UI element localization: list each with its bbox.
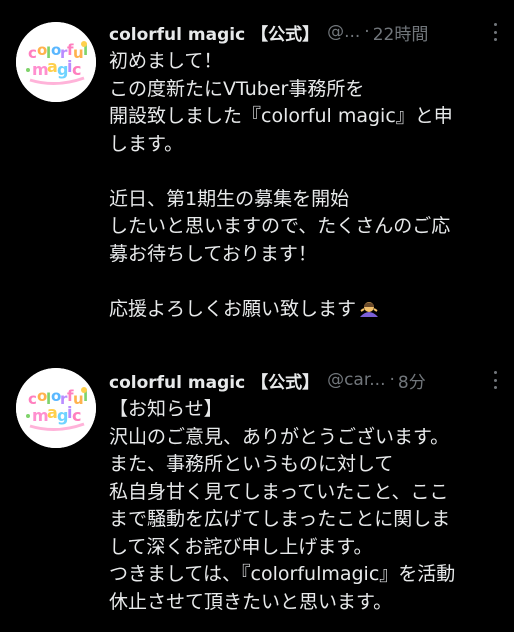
user-handle[interactable]: @car...	[327, 370, 385, 390]
person-bowing-emoji-icon	[360, 301, 379, 317]
tweet-header: colorful magic 【公式】 @... · 22時間	[109, 19, 500, 45]
tweet-line: まで騒動を広げてしまったことに関しま	[109, 508, 451, 530]
tweet-line: この度新たにVTuber事務所を	[109, 77, 365, 100]
tweet[interactable]: c o l o r f u l m a g i c colorful magic…	[0, 0, 514, 350]
svg-text:c: c	[72, 406, 81, 425]
timestamp[interactable]: 22時間	[373, 20, 429, 45]
timestamp[interactable]: 8分	[398, 368, 426, 393]
tweet-line: 初めまして！	[109, 50, 223, 72]
svg-text:c: c	[72, 60, 81, 79]
colorful-magic-logo-icon: c o l o r f u l m a g i c	[16, 22, 96, 102]
tweet-line: 休止させて頂きたいと思います。	[109, 590, 393, 613]
tweet-line: したいと思いますので、たくさんのご応	[109, 215, 451, 237]
more-options-icon[interactable]	[488, 23, 502, 41]
tweet-line: 開設致しました『colorful magic』と申	[109, 105, 453, 127]
separator-dot: ·	[364, 22, 370, 42]
tweet-line: 応援よろしくお願い致します	[109, 297, 357, 320]
tweet-line: 募お待ちしております！	[109, 242, 317, 265]
tweet-text: 初めまして！ この度新たにVTuber事務所を 開設致しました『colorful…	[109, 48, 504, 323]
user-handle[interactable]: @...	[327, 22, 360, 42]
tweet-line: 沢山のご意見、ありがとうございます。	[109, 425, 450, 448]
tweet-text: 【お知らせ】 沢山のご意見、ありがとうございます。 また、事務所というものに対し…	[109, 396, 504, 616]
tweet[interactable]: c o l o r f u l m a g i c colorful magic…	[0, 350, 514, 632]
colorful-magic-logo-icon: c o l o r f u l m a g i c	[16, 368, 96, 448]
separator-dot: ·	[389, 370, 395, 390]
tweet-line: して深くお詫び申し上げます。	[109, 535, 373, 558]
display-name[interactable]: colorful magic 【公式】	[109, 368, 319, 393]
avatar[interactable]: c o l o r f u l m a g i c	[16, 368, 96, 448]
tweet-line-with-emoji: 応援よろしくお願い致します	[109, 296, 504, 324]
tweet-line: また、事務所というものに対して	[109, 453, 394, 475]
tweet-header: colorful magic 【公式】 @car... · 8分	[109, 367, 500, 393]
avatar[interactable]: c o l o r f u l m a g i c	[16, 22, 96, 102]
tweet-line: 私自身甘く見てしまっていたこと、ここ	[109, 480, 449, 503]
display-name[interactable]: colorful magic 【公式】	[109, 20, 319, 45]
tweet-line: 近日、第1期生の募集を開始	[109, 187, 350, 210]
tweet-line: つきましては、『colorfulmagic』を活動	[109, 563, 456, 585]
more-options-icon[interactable]	[488, 371, 502, 389]
tweet-line: 【お知らせ】	[109, 398, 223, 420]
tweet-line: します。	[109, 132, 184, 155]
